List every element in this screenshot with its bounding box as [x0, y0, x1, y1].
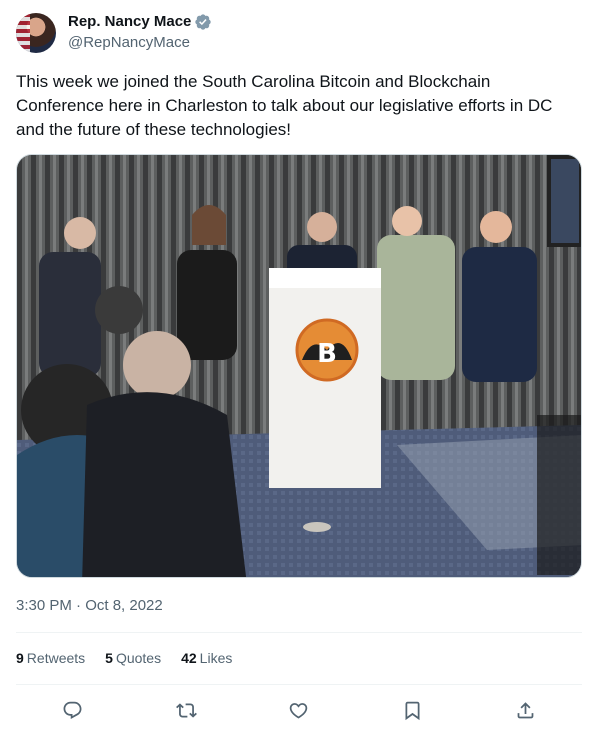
quotes-stat[interactable]: 5 Quotes	[105, 648, 161, 668]
likes-count: 42	[181, 650, 197, 666]
likes-label: Likes	[199, 650, 233, 666]
tweet-actions	[16, 696, 582, 724]
divider	[16, 684, 582, 685]
tweet-photo[interactable]: B	[16, 154, 582, 578]
quotes-label: Quotes	[115, 650, 162, 666]
conference-panel-photo: B	[17, 155, 581, 577]
bookmark-button[interactable]	[398, 696, 426, 724]
retweets-label: Retweets	[26, 650, 86, 666]
podium-logo-letter: B	[317, 339, 337, 369]
quotes-count: 5	[105, 650, 113, 666]
verified-badge-icon	[194, 13, 212, 31]
reply-button[interactable]	[58, 696, 86, 724]
like-button[interactable]	[284, 696, 312, 724]
share-icon	[517, 701, 533, 718]
divider	[16, 632, 582, 633]
tweet-timestamp[interactable]: 3:30 PM · Oct 8, 2022	[16, 596, 163, 616]
share-button[interactable]	[511, 696, 539, 724]
tweet-text: This week we joined the South Carolina B…	[16, 72, 553, 139]
tweet-header: Rep. Nancy Mace @RepNancyMace	[16, 12, 212, 53]
like-icon	[289, 702, 307, 719]
reply-icon	[63, 701, 81, 719]
tweet-stats: 9 Retweets 5 Quotes 42 Likes	[16, 648, 252, 668]
display-name[interactable]: Rep. Nancy Mace	[68, 12, 191, 32]
avatar[interactable]	[16, 12, 56, 53]
retweets-stat[interactable]: 9 Retweets	[16, 648, 85, 668]
retweet-button[interactable]	[172, 696, 200, 724]
likes-stat[interactable]: 42 Likes	[181, 648, 232, 668]
retweets-count: 9	[16, 650, 24, 666]
retweet-icon	[175, 702, 197, 718]
bookmark-icon	[405, 701, 419, 720]
author-names: Rep. Nancy Mace @RepNancyMace	[68, 12, 212, 53]
handle[interactable]: @RepNancyMace	[68, 33, 212, 53]
